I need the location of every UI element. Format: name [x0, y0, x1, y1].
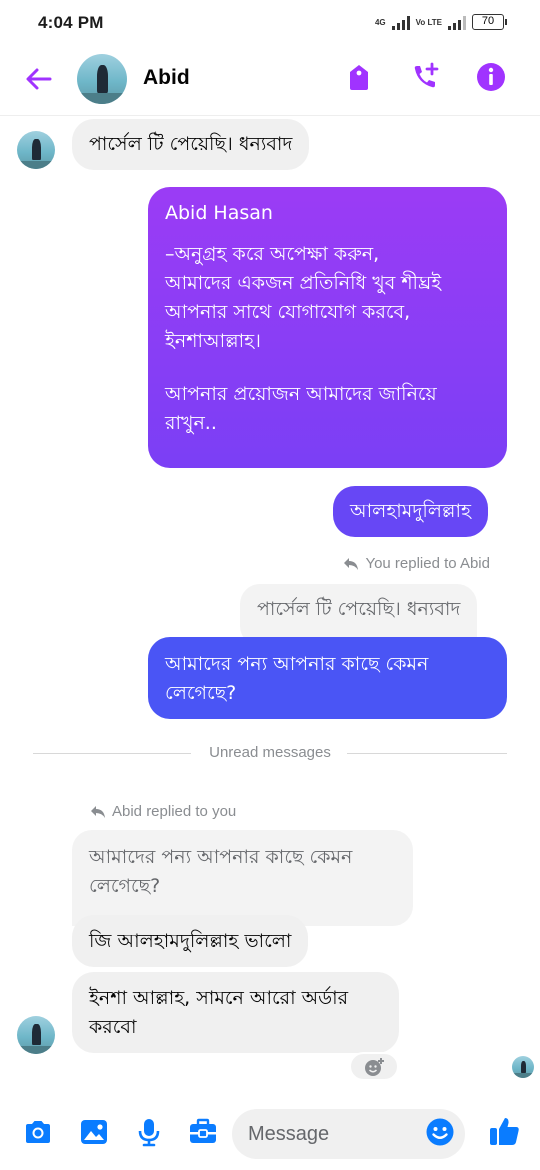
message-text: আলহামদুলিল্লাহ — [350, 500, 471, 522]
status-bar: 4:04 PM 4G Vo LTE 70 — [0, 0, 540, 48]
message-text: পার্সেল টি পেয়েছি। ধন্যবাদ — [89, 133, 293, 155]
message-bubble-outgoing[interactable]: আমাদের পন্য আপনার কাছে কেমন লেগেছে? — [148, 637, 507, 719]
message-text-line: লেগেছে? — [165, 682, 237, 704]
contact-name[interactable]: Abid — [143, 66, 190, 90]
composer — [0, 1100, 540, 1170]
contact-avatar-small[interactable] — [17, 131, 55, 169]
gallery-icon[interactable] — [78, 1116, 110, 1148]
microphone-icon[interactable] — [133, 1116, 165, 1148]
reply-label: Abid replied to you — [112, 803, 237, 820]
reply-icon — [91, 805, 105, 818]
message-bubble-outgoing[interactable]: Abid Hasan –অনুগ্রহ করে অপেক্ষা করুন, আম… — [148, 187, 507, 468]
add-reaction-button[interactable] — [349, 1052, 399, 1081]
message-bubble-incoming[interactable]: জি আলহামদুলিল্লাহ ভালো — [72, 915, 309, 967]
signal-icon-2 — [448, 14, 466, 30]
add-reaction-icon — [365, 1057, 384, 1076]
message-bubble-incoming[interactable]: পার্সেল টি পেয়েছি। ধন্যবাদ — [72, 119, 310, 170]
unread-divider: Unread messages — [33, 744, 507, 761]
message-bubble-outgoing[interactable]: আলহামদুলিল্লাহ — [333, 486, 488, 537]
reply-label: You replied to Abid — [365, 555, 490, 572]
add-call-icon[interactable] — [408, 60, 442, 94]
reply-quote[interactable]: আমাদের পন্য আপনার কাছে কেমন লেগেছে? — [72, 830, 413, 926]
message-text-line: আমাদের একজন প্রতিনিধি খুব শীঘ্রই — [165, 272, 442, 294]
message-text: জি আলহামদুলিল্লাহ ভালো — [89, 930, 292, 952]
message-text-line: আপনার প্রয়োজন আমাদের জানিয়ে — [165, 383, 437, 405]
seen-avatar — [512, 1056, 534, 1078]
volte-label: Vo LTE — [415, 17, 442, 27]
network-type: 4G — [374, 17, 386, 27]
chat-header: Abid — [0, 48, 540, 116]
message-text-line: করবো — [89, 1016, 137, 1038]
message-bubble-incoming[interactable]: ইনশা আল্লাহ, সামনে আরো অর্ডার করবো — [72, 972, 399, 1053]
emoji-icon[interactable] — [424, 1116, 456, 1148]
toolbox-icon[interactable] — [187, 1116, 219, 1148]
message-text-line: ইনশা আল্লাহ, সামনে আরো অর্ডার — [89, 987, 349, 1009]
message-text-line: রাখুন.. — [165, 412, 217, 434]
message-text-line: –অনুগ্রহ করে অপেক্ষা করুন, — [165, 243, 380, 265]
contact-avatar[interactable] — [77, 54, 127, 104]
message-sender: Abid Hasan — [165, 202, 273, 224]
contact-avatar-small[interactable] — [17, 1016, 55, 1054]
info-icon[interactable] — [474, 60, 508, 94]
reply-icon — [344, 557, 359, 570]
battery-icon: 70 — [472, 14, 507, 30]
tag-icon[interactable] — [342, 60, 376, 94]
message-text-line: আমাদের পন্য আপনার কাছে কেমন — [165, 653, 429, 675]
message-text-line: আপনার সাথে যোগাযোগ করবে, — [165, 301, 411, 323]
unread-label: Unread messages — [209, 744, 331, 761]
reply-quote-text: পার্সেল টি পেয়েছি। ধন্যবাদ — [257, 598, 461, 620]
reply-quote-text: আমাদের পন্য আপনার কাছে কেমন — [89, 846, 353, 868]
signal-icon — [391, 14, 410, 30]
reply-quote-text: লেগেছে? — [89, 875, 161, 897]
camera-icon[interactable] — [22, 1116, 54, 1148]
reply-indicator: You replied to Abid — [343, 555, 490, 572]
thumbs-up-icon[interactable] — [488, 1114, 520, 1146]
status-time: 4:04 PM — [38, 13, 104, 32]
reply-indicator: Abid replied to you — [90, 803, 236, 820]
message-text-line: ইনশাআল্লাহ। — [165, 330, 261, 352]
back-arrow-icon[interactable] — [22, 62, 56, 96]
status-icons: 4G Vo LTE 70 — [374, 14, 507, 30]
